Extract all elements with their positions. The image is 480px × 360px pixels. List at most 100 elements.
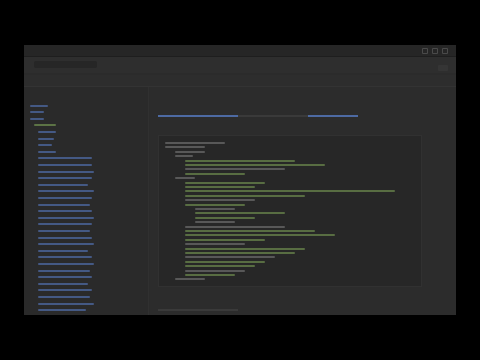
code-block xyxy=(158,135,422,287)
code-line xyxy=(175,150,205,153)
sidebar-item[interactable] xyxy=(38,209,134,214)
code-line xyxy=(185,181,265,184)
sidebar-item[interactable] xyxy=(38,176,134,181)
nav-bar xyxy=(24,75,456,87)
sidebar-item-label xyxy=(38,282,88,285)
code-line xyxy=(185,194,305,197)
sidebar-item-label xyxy=(38,302,94,305)
minimize-icon[interactable] xyxy=(422,48,428,54)
sidebar-item[interactable] xyxy=(38,248,134,253)
sidebar-item[interactable] xyxy=(34,123,134,128)
top-right-button[interactable] xyxy=(438,65,448,71)
code-line xyxy=(165,146,205,149)
sidebar-item[interactable] xyxy=(38,288,134,293)
sidebar-item[interactable] xyxy=(38,162,134,167)
sidebar-item-label xyxy=(38,177,92,180)
sidebar-item[interactable] xyxy=(38,202,134,207)
code-line xyxy=(195,208,235,210)
sidebar-item[interactable] xyxy=(30,103,134,108)
sidebar-item[interactable] xyxy=(38,215,134,220)
link-line[interactable] xyxy=(158,115,358,117)
code-line xyxy=(185,256,275,259)
sidebar-item[interactable] xyxy=(38,308,134,313)
sidebar-item-label xyxy=(38,190,94,193)
code-line xyxy=(185,247,305,250)
code-line xyxy=(195,212,285,215)
sidebar-item-label xyxy=(38,256,92,259)
sidebar-item[interactable] xyxy=(38,301,134,306)
code-line xyxy=(195,216,255,219)
sidebar-item[interactable] xyxy=(38,143,134,148)
sidebar-item-label xyxy=(38,249,88,252)
sidebar-item[interactable] xyxy=(38,195,134,200)
sidebar-item-label xyxy=(38,262,94,265)
window-controls xyxy=(422,48,448,54)
close-icon[interactable] xyxy=(442,48,448,54)
app-window xyxy=(24,45,456,315)
sidebar-item[interactable] xyxy=(38,228,134,233)
sidebar-item-label xyxy=(38,223,92,226)
code-line xyxy=(185,172,245,175)
code-line xyxy=(185,159,295,162)
sidebar-item-label xyxy=(38,276,92,279)
sidebar-item[interactable] xyxy=(38,149,134,154)
code-line xyxy=(185,186,255,188)
sidebar-item[interactable] xyxy=(30,116,134,121)
code-line xyxy=(185,190,395,193)
sidebar-item-label xyxy=(38,216,94,219)
sidebar-item-label xyxy=(38,163,92,166)
code-line xyxy=(185,260,265,263)
code-line xyxy=(185,243,245,246)
sidebar-item[interactable] xyxy=(38,235,134,240)
address-bar[interactable] xyxy=(34,61,97,68)
sidebar-item-label xyxy=(38,130,56,133)
sidebar-item-label xyxy=(38,170,94,173)
sidebar-item-label xyxy=(38,295,90,298)
sidebar-item-label xyxy=(38,229,90,232)
sidebar-item[interactable] xyxy=(38,255,134,260)
code-line xyxy=(185,164,325,166)
top-bar xyxy=(24,57,456,73)
sidebar-item[interactable] xyxy=(38,294,134,299)
sidebar-item[interactable] xyxy=(38,268,134,273)
sidebar xyxy=(24,87,149,315)
sidebar-item-label xyxy=(38,196,92,199)
sidebar-item[interactable] xyxy=(38,242,134,247)
code-line xyxy=(195,221,235,224)
code-line xyxy=(175,177,195,180)
sidebar-item-label xyxy=(38,289,92,292)
sidebar-item[interactable] xyxy=(38,281,134,286)
bottom-divider xyxy=(158,309,238,311)
code-line xyxy=(185,203,245,206)
code-line xyxy=(175,155,193,158)
sidebar-item[interactable] xyxy=(38,169,134,174)
sidebar-item[interactable] xyxy=(38,156,134,161)
sidebar-item-label xyxy=(38,144,52,147)
sidebar-item[interactable] xyxy=(38,261,134,266)
sidebar-item[interactable] xyxy=(38,275,134,280)
maximize-icon[interactable] xyxy=(432,48,438,54)
sidebar-item-label xyxy=(38,203,90,206)
sidebar-item-label xyxy=(38,243,94,246)
sidebar-item[interactable] xyxy=(38,136,134,141)
sidebar-item[interactable] xyxy=(38,189,134,194)
sidebar-item-label xyxy=(38,137,54,140)
code-line xyxy=(185,252,295,254)
sidebar-item[interactable] xyxy=(38,222,134,227)
sidebar-item[interactable] xyxy=(38,182,134,187)
code-line xyxy=(185,274,235,276)
sidebar-item-label xyxy=(38,269,90,272)
code-line xyxy=(185,269,245,272)
code-line xyxy=(185,199,255,202)
sidebar-item-label xyxy=(38,309,86,312)
sidebar-item[interactable] xyxy=(38,129,134,134)
sidebar-item-label xyxy=(30,111,44,114)
sidebar-item-label xyxy=(38,183,88,186)
code-line xyxy=(185,238,265,241)
sidebar-item-label xyxy=(38,210,92,213)
code-line xyxy=(185,168,285,171)
sidebar-item[interactable] xyxy=(30,110,134,115)
code-line xyxy=(185,265,255,268)
sidebar-item-label xyxy=(38,150,56,153)
sidebar-item-label xyxy=(38,236,92,239)
